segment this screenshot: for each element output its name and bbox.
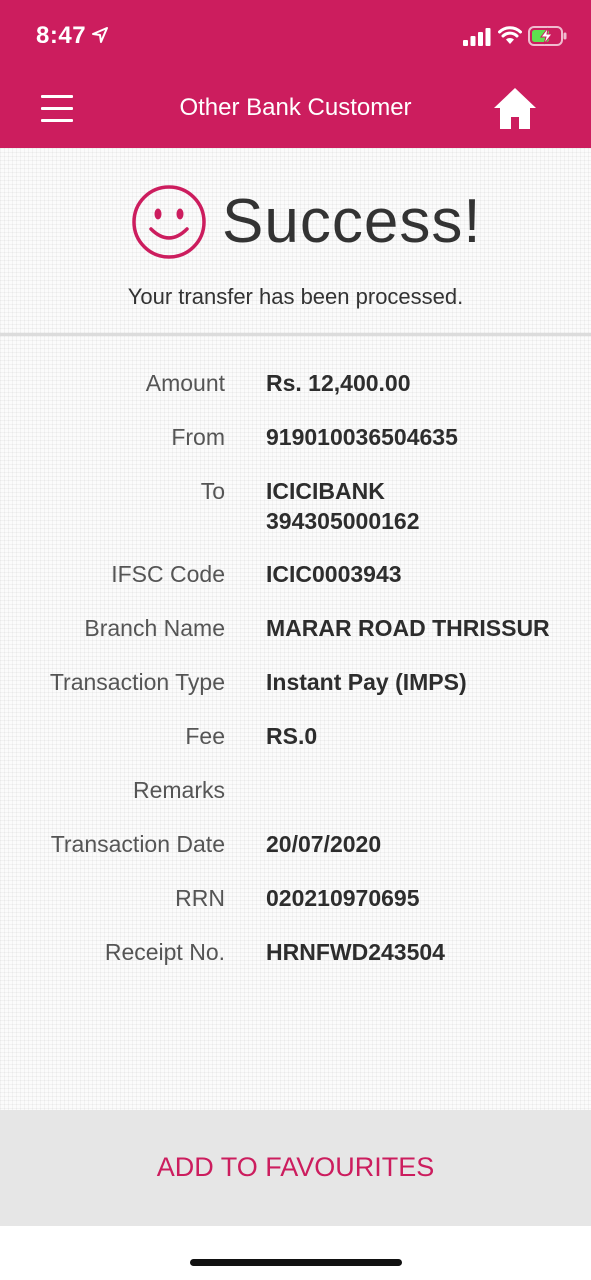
status-time: 8:47 xyxy=(36,22,87,49)
success-title: Success! xyxy=(222,187,482,256)
home-icon[interactable] xyxy=(492,86,538,130)
divider xyxy=(0,333,591,336)
detail-row-branch: Branch Name MARAR ROAD THRISSUR xyxy=(0,613,591,667)
battery-charging-icon xyxy=(528,26,567,46)
amount-label: Amount xyxy=(145,370,225,396)
from-value: 919010036504635 xyxy=(266,424,458,450)
detail-row-remarks: Remarks xyxy=(0,775,591,829)
branch-value: MARAR ROAD THRISSUR xyxy=(266,615,550,641)
amount-value: Rs. 12,400.00 xyxy=(266,370,411,396)
to-label: To xyxy=(200,478,225,504)
detail-row-transaction-date: Transaction Date 20/07/2020 xyxy=(0,829,591,883)
signal-icon xyxy=(463,28,491,46)
detail-row-ifsc: IFSC Code ICIC0003943 xyxy=(0,559,591,613)
ifsc-value: ICIC0003943 xyxy=(266,561,402,587)
location-arrow-icon xyxy=(92,27,108,43)
transfer-receipt: Success! Your transfer has been processe… xyxy=(0,148,591,1110)
add-to-favourites-button[interactable]: ADD TO FAVOURITES xyxy=(0,1110,591,1226)
transaction-type-value: Instant Pay (IMPS) xyxy=(266,669,467,695)
receipt-label: Receipt No. xyxy=(104,939,225,965)
branch-label: Branch Name xyxy=(84,615,225,641)
to-bank-value: ICICIBANK xyxy=(266,478,385,504)
app-header: 8:47 Other Bank Customer xyxy=(0,0,591,148)
add-to-favourites-label: ADD TO FAVOURITES xyxy=(156,1152,435,1182)
wifi-icon xyxy=(498,26,522,44)
detail-row-rrn: RRN 020210970695 xyxy=(0,883,591,937)
to-account-value: 394305000162 xyxy=(266,508,420,534)
detail-row-amount: Amount Rs. 12,400.00 xyxy=(0,368,591,422)
detail-row-from: From 919010036504635 xyxy=(0,422,591,476)
smiley-icon xyxy=(132,185,206,259)
transaction-type-label: Transaction Type xyxy=(49,669,225,695)
detail-row-receipt: Receipt No. HRNFWD243504 xyxy=(0,937,591,991)
rrn-label: RRN xyxy=(175,885,225,911)
receipt-value: HRNFWD243504 xyxy=(266,939,445,965)
fee-value: RS.0 xyxy=(266,723,318,749)
remarks-label: Remarks xyxy=(132,777,225,803)
ifsc-label: IFSC Code xyxy=(111,561,225,587)
detail-row-to: To ICICIBANK 394305000162 xyxy=(0,476,591,559)
detail-row-fee: Fee RS.0 xyxy=(0,721,591,775)
rrn-value: 020210970695 xyxy=(266,885,420,911)
detail-row-transaction-type: Transaction Type Instant Pay (IMPS) xyxy=(0,667,591,721)
from-label: From xyxy=(171,424,225,450)
home-indicator[interactable] xyxy=(190,1259,402,1266)
success-message: Your transfer has been processed. xyxy=(127,284,464,309)
fee-label: Fee xyxy=(185,723,225,749)
transaction-date-label: Transaction Date xyxy=(50,831,225,857)
details-list: Amount Rs. 12,400.00 From 91901003650463… xyxy=(0,368,591,991)
transaction-date-value: 20/07/2020 xyxy=(266,831,382,857)
